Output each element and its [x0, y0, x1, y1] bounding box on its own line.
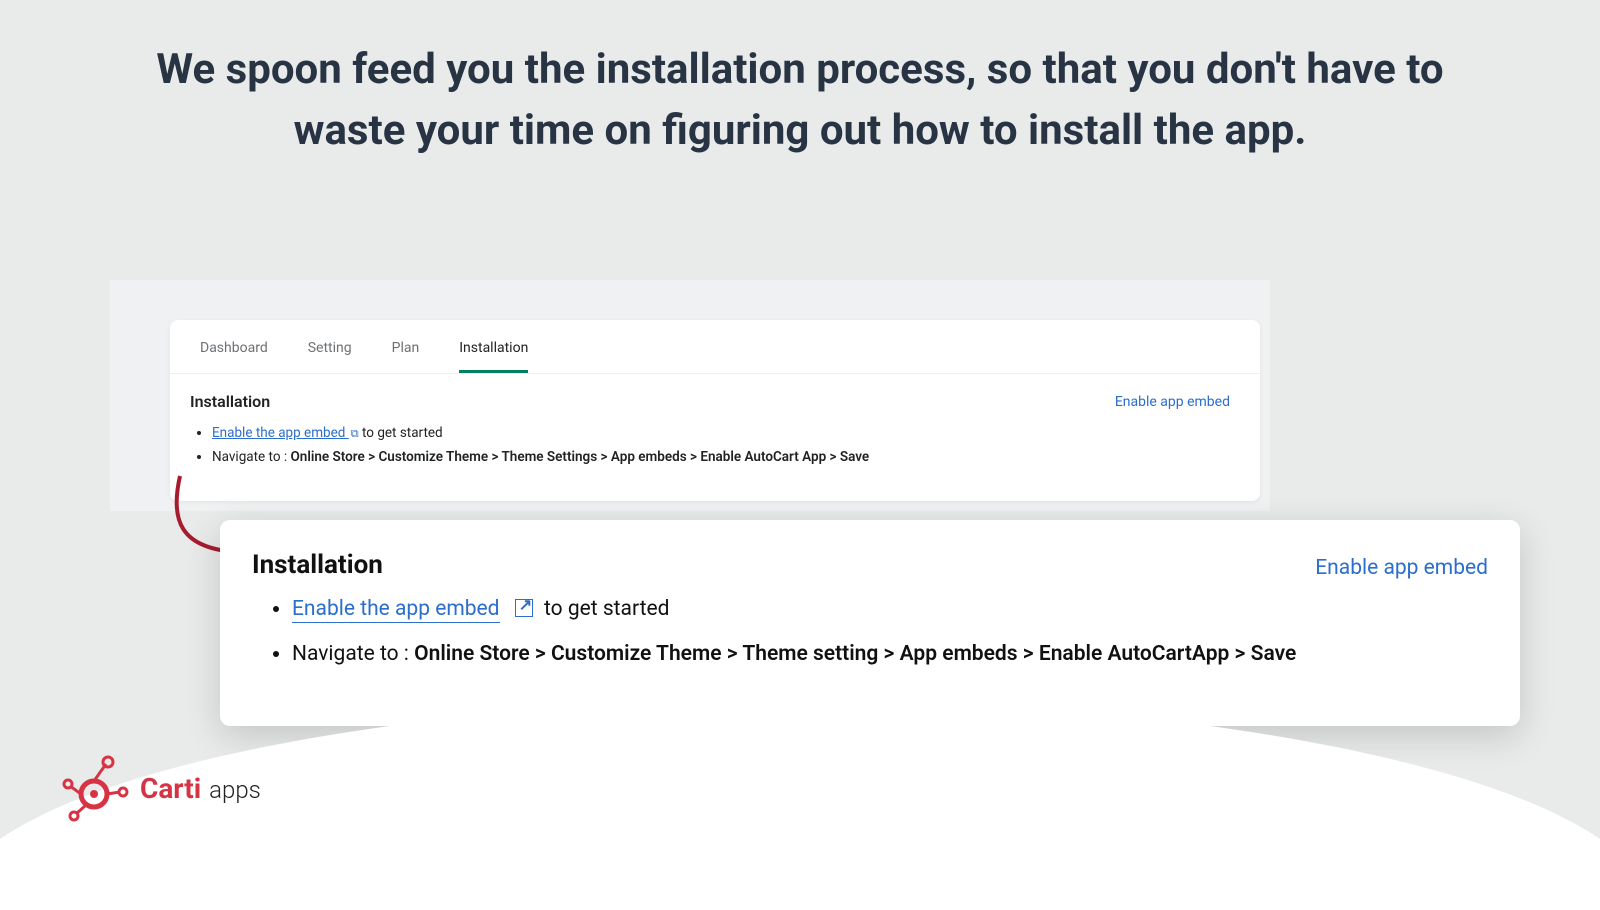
step-navigate-large: Navigate to : Online Store > Customize T…	[292, 641, 1488, 666]
panel-small: Dashboard Setting Plan Installation Inst…	[110, 280, 1270, 511]
navigate-path-small: Online Store > Customize Theme > Theme S…	[291, 449, 870, 465]
install-steps-large: Enable the app embed to get started Navi…	[252, 596, 1488, 666]
section-heading-small: Installation	[190, 392, 270, 411]
navigate-prefix-large: Navigate to :	[292, 642, 414, 666]
card-body-small: Installation Enable app embed Enable the…	[170, 374, 1260, 501]
navigate-path-large: Online Store > Customize Theme > Theme s…	[414, 642, 1296, 666]
step-enable-large: Enable the app embed to get started	[292, 596, 1488, 621]
brand-sub: apps	[209, 776, 261, 804]
enable-embed-link-small[interactable]: Enable app embed	[1115, 394, 1230, 410]
enable-embed-inline-link-small[interactable]: Enable the app embed	[212, 425, 349, 441]
step-enable-suffix-small: to get started	[362, 425, 443, 441]
brand-logo: Carti apps	[62, 752, 261, 824]
external-link-icon	[515, 599, 533, 617]
brand-text: Carti apps	[140, 772, 261, 805]
external-link-icon: ⧉	[351, 427, 359, 441]
installation-card-large: Installation Enable app embed Enable the…	[220, 520, 1520, 726]
enable-embed-inline-link-large[interactable]: Enable the app embed	[292, 597, 500, 623]
install-steps-small: Enable the app embed ⧉ to get started Na…	[190, 425, 1230, 465]
tabs-bar: Dashboard Setting Plan Installation	[170, 320, 1260, 374]
tab-plan[interactable]: Plan	[392, 340, 420, 373]
enable-embed-link-large[interactable]: Enable app embed	[1315, 556, 1488, 580]
navigate-prefix-small: Navigate to :	[212, 449, 291, 465]
step-enable-small: Enable the app embed ⧉ to get started	[212, 425, 1230, 441]
section-heading-large: Installation	[252, 550, 383, 580]
tab-dashboard[interactable]: Dashboard	[200, 340, 268, 373]
step-navigate-small: Navigate to : Online Store > Customize T…	[212, 449, 1230, 465]
installation-card-small: Dashboard Setting Plan Installation Inst…	[170, 320, 1260, 501]
step-enable-suffix-large: to get started	[544, 597, 669, 621]
page-headline: We spoon feed you the installation proce…	[0, 40, 1600, 162]
brand-name: Carti	[140, 772, 201, 805]
brand-mark-icon	[62, 752, 134, 824]
tab-setting[interactable]: Setting	[308, 340, 352, 373]
tab-installation[interactable]: Installation	[459, 340, 528, 373]
